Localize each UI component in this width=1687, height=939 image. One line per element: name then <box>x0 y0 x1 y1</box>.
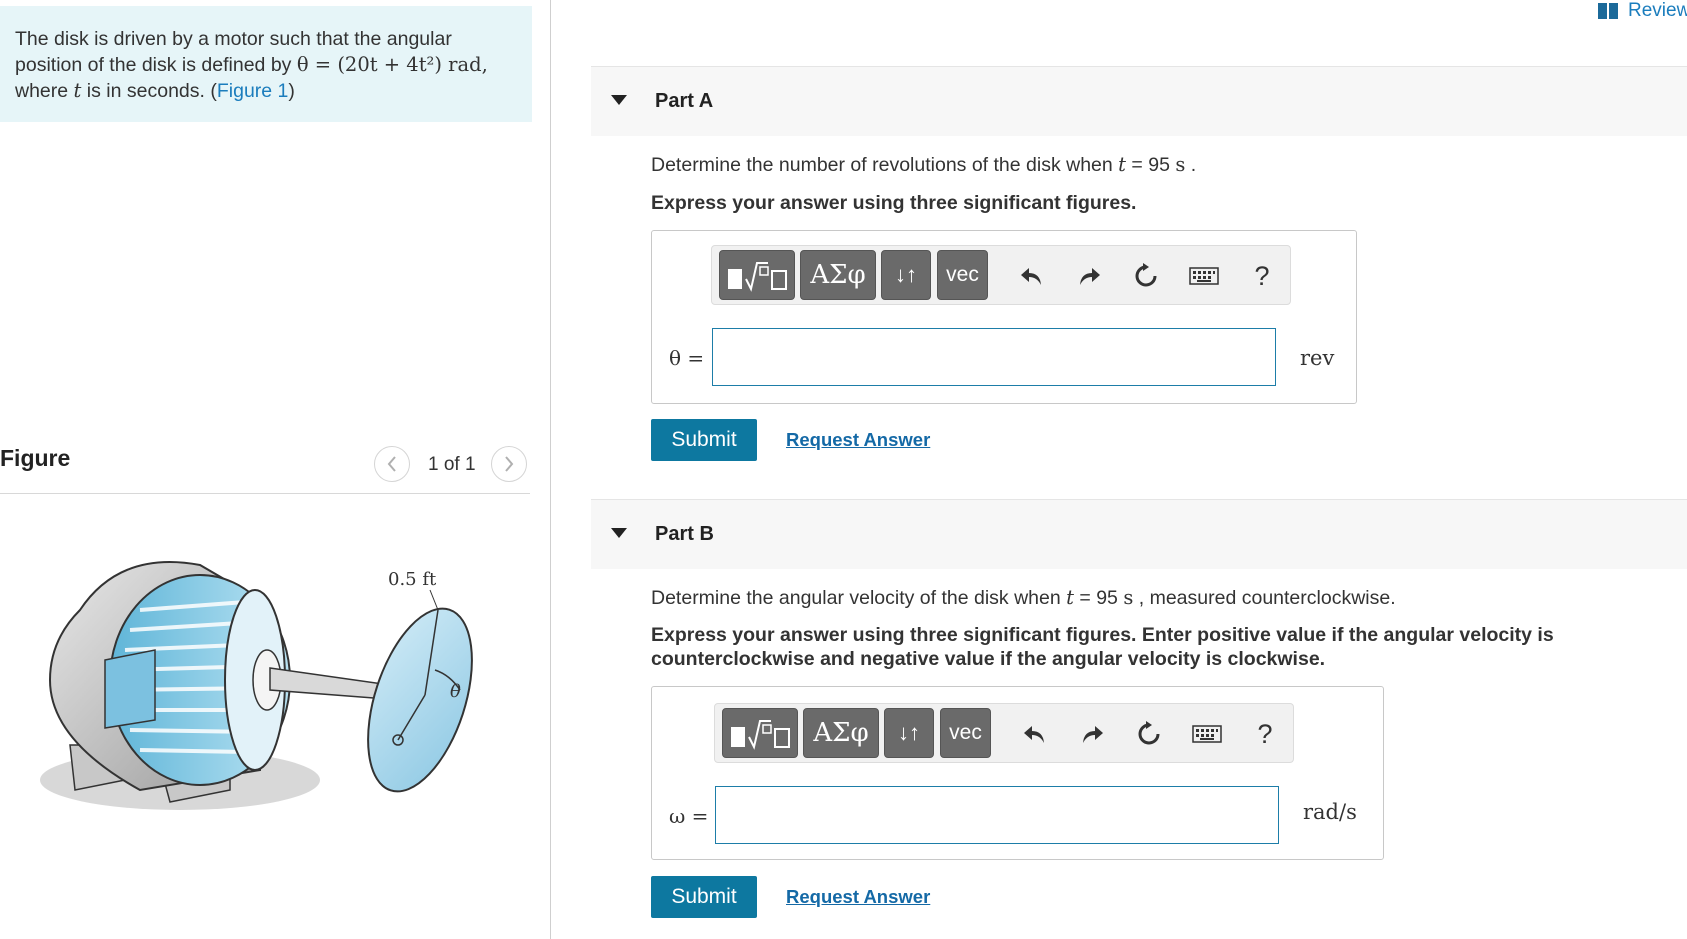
subscript-superscript-button[interactable]: ↓↑ <box>881 250 931 300</box>
question-eq: = 95 <box>1073 587 1124 609</box>
collapse-caret-icon[interactable] <box>611 528 627 538</box>
question-var: t <box>1118 153 1127 176</box>
part-a-submit-button[interactable]: Submit <box>651 419 757 461</box>
reset-icon[interactable] <box>1126 256 1166 296</box>
templates-button[interactable] <box>719 250 795 300</box>
part-b-submit-button[interactable]: Submit <box>651 876 757 918</box>
question-after: . <box>1185 154 1197 176</box>
question-after: , measured counterclockwise. <box>1133 587 1396 609</box>
dimension-leader <box>429 589 439 611</box>
figure-divider <box>0 493 530 494</box>
part-b-title: Part B <box>655 523 714 545</box>
question-unit: s <box>1175 153 1186 176</box>
part-b-answer-input[interactable] <box>715 786 1279 844</box>
angle-label: θ <box>450 681 461 702</box>
problem-close-paren: ) <box>288 80 295 102</box>
part-a-instruction: Express your answer using three signific… <box>651 192 1137 214</box>
question-unit: s <box>1123 586 1134 609</box>
collapse-caret-icon[interactable] <box>611 95 627 105</box>
undo-icon[interactable] <box>1012 256 1052 296</box>
math-toolbar: ΑΣφ ↓↑ vec ? <box>714 703 1294 763</box>
dimension-label: 0.5 ft <box>388 569 437 590</box>
part-a-answer-input[interactable] <box>712 328 1276 386</box>
part-a-question: Determine the number of revolutions of t… <box>651 153 1196 177</box>
keyboard-icon[interactable] <box>1187 714 1227 754</box>
figure-counter: 1 of 1 <box>428 454 476 475</box>
review-label: Review <box>1628 0 1687 21</box>
column-divider <box>550 0 551 939</box>
part-a-answer-box: ΑΣφ ↓↑ vec ? θ = rev <box>651 230 1357 404</box>
templates-button[interactable] <box>722 708 798 758</box>
problem-statement: The disk is driven by a motor such that … <box>0 6 532 122</box>
problem-where: where <box>15 80 74 102</box>
figure-link[interactable]: Figure 1 <box>217 80 289 102</box>
part-b-answer-box: ΑΣφ ↓↑ vec ? ω = rad/s <box>651 686 1384 860</box>
question-text: Determine the number of revolutions of t… <box>651 154 1119 176</box>
greek-symbols-button[interactable]: ΑΣφ <box>800 250 876 300</box>
vector-button[interactable]: vec <box>940 708 991 758</box>
redo-icon[interactable] <box>1069 256 1109 296</box>
motor-disk-figure: 0.5 ft θ <box>40 561 473 810</box>
templates-icon <box>728 262 787 292</box>
junction-box <box>104 649 156 729</box>
question-text: Determine the angular velocity of the di… <box>651 587 1067 609</box>
problem-text-after: is in seconds. ( <box>81 80 217 102</box>
part-b-header[interactable]: Part B <box>591 499 1687 569</box>
part-b-unit: rad/s <box>1303 800 1357 824</box>
help-button[interactable]: ? <box>1245 714 1285 754</box>
part-a-unit: rev <box>1300 346 1335 370</box>
subscript-superscript-button[interactable]: ↓↑ <box>884 708 934 758</box>
review-link[interactable]: Review <box>1598 0 1687 22</box>
chevron-right-icon <box>505 456 514 472</box>
book-icon <box>1598 3 1618 19</box>
part-a-title: Part A <box>655 90 714 112</box>
part-b-question: Determine the angular velocity of the di… <box>651 586 1396 610</box>
figure-title: Figure <box>0 445 71 471</box>
part-a-request-answer-link[interactable]: Request Answer <box>786 429 930 451</box>
help-button[interactable]: ? <box>1242 256 1282 296</box>
figure-next-button[interactable] <box>491 446 527 482</box>
theta-label: θ = <box>669 346 705 370</box>
part-b-request-answer-link[interactable]: Request Answer <box>786 886 930 908</box>
reset-icon[interactable] <box>1129 714 1169 754</box>
templates-icon <box>731 720 790 750</box>
chevron-left-icon <box>387 456 396 472</box>
part-b-instruction: Express your answer using three signific… <box>651 624 1554 670</box>
math-toolbar: ΑΣφ ↓↑ vec ? <box>711 245 1291 305</box>
question-eq: = 95 <box>1126 154 1176 176</box>
vector-button[interactable]: vec <box>937 250 988 300</box>
question-var: t <box>1066 586 1074 609</box>
disk <box>367 607 473 793</box>
keyboard-icon[interactable] <box>1184 256 1224 296</box>
problem-equation: θ = (20t + 4t²) rad, <box>296 53 488 76</box>
part-a-header[interactable]: Part A <box>591 66 1687 136</box>
figure-prev-button[interactable] <box>374 446 410 482</box>
greek-symbols-button[interactable]: ΑΣφ <box>803 708 879 758</box>
omega-label: ω = <box>669 804 709 828</box>
redo-icon[interactable] <box>1072 714 1112 754</box>
undo-icon[interactable] <box>1015 714 1055 754</box>
